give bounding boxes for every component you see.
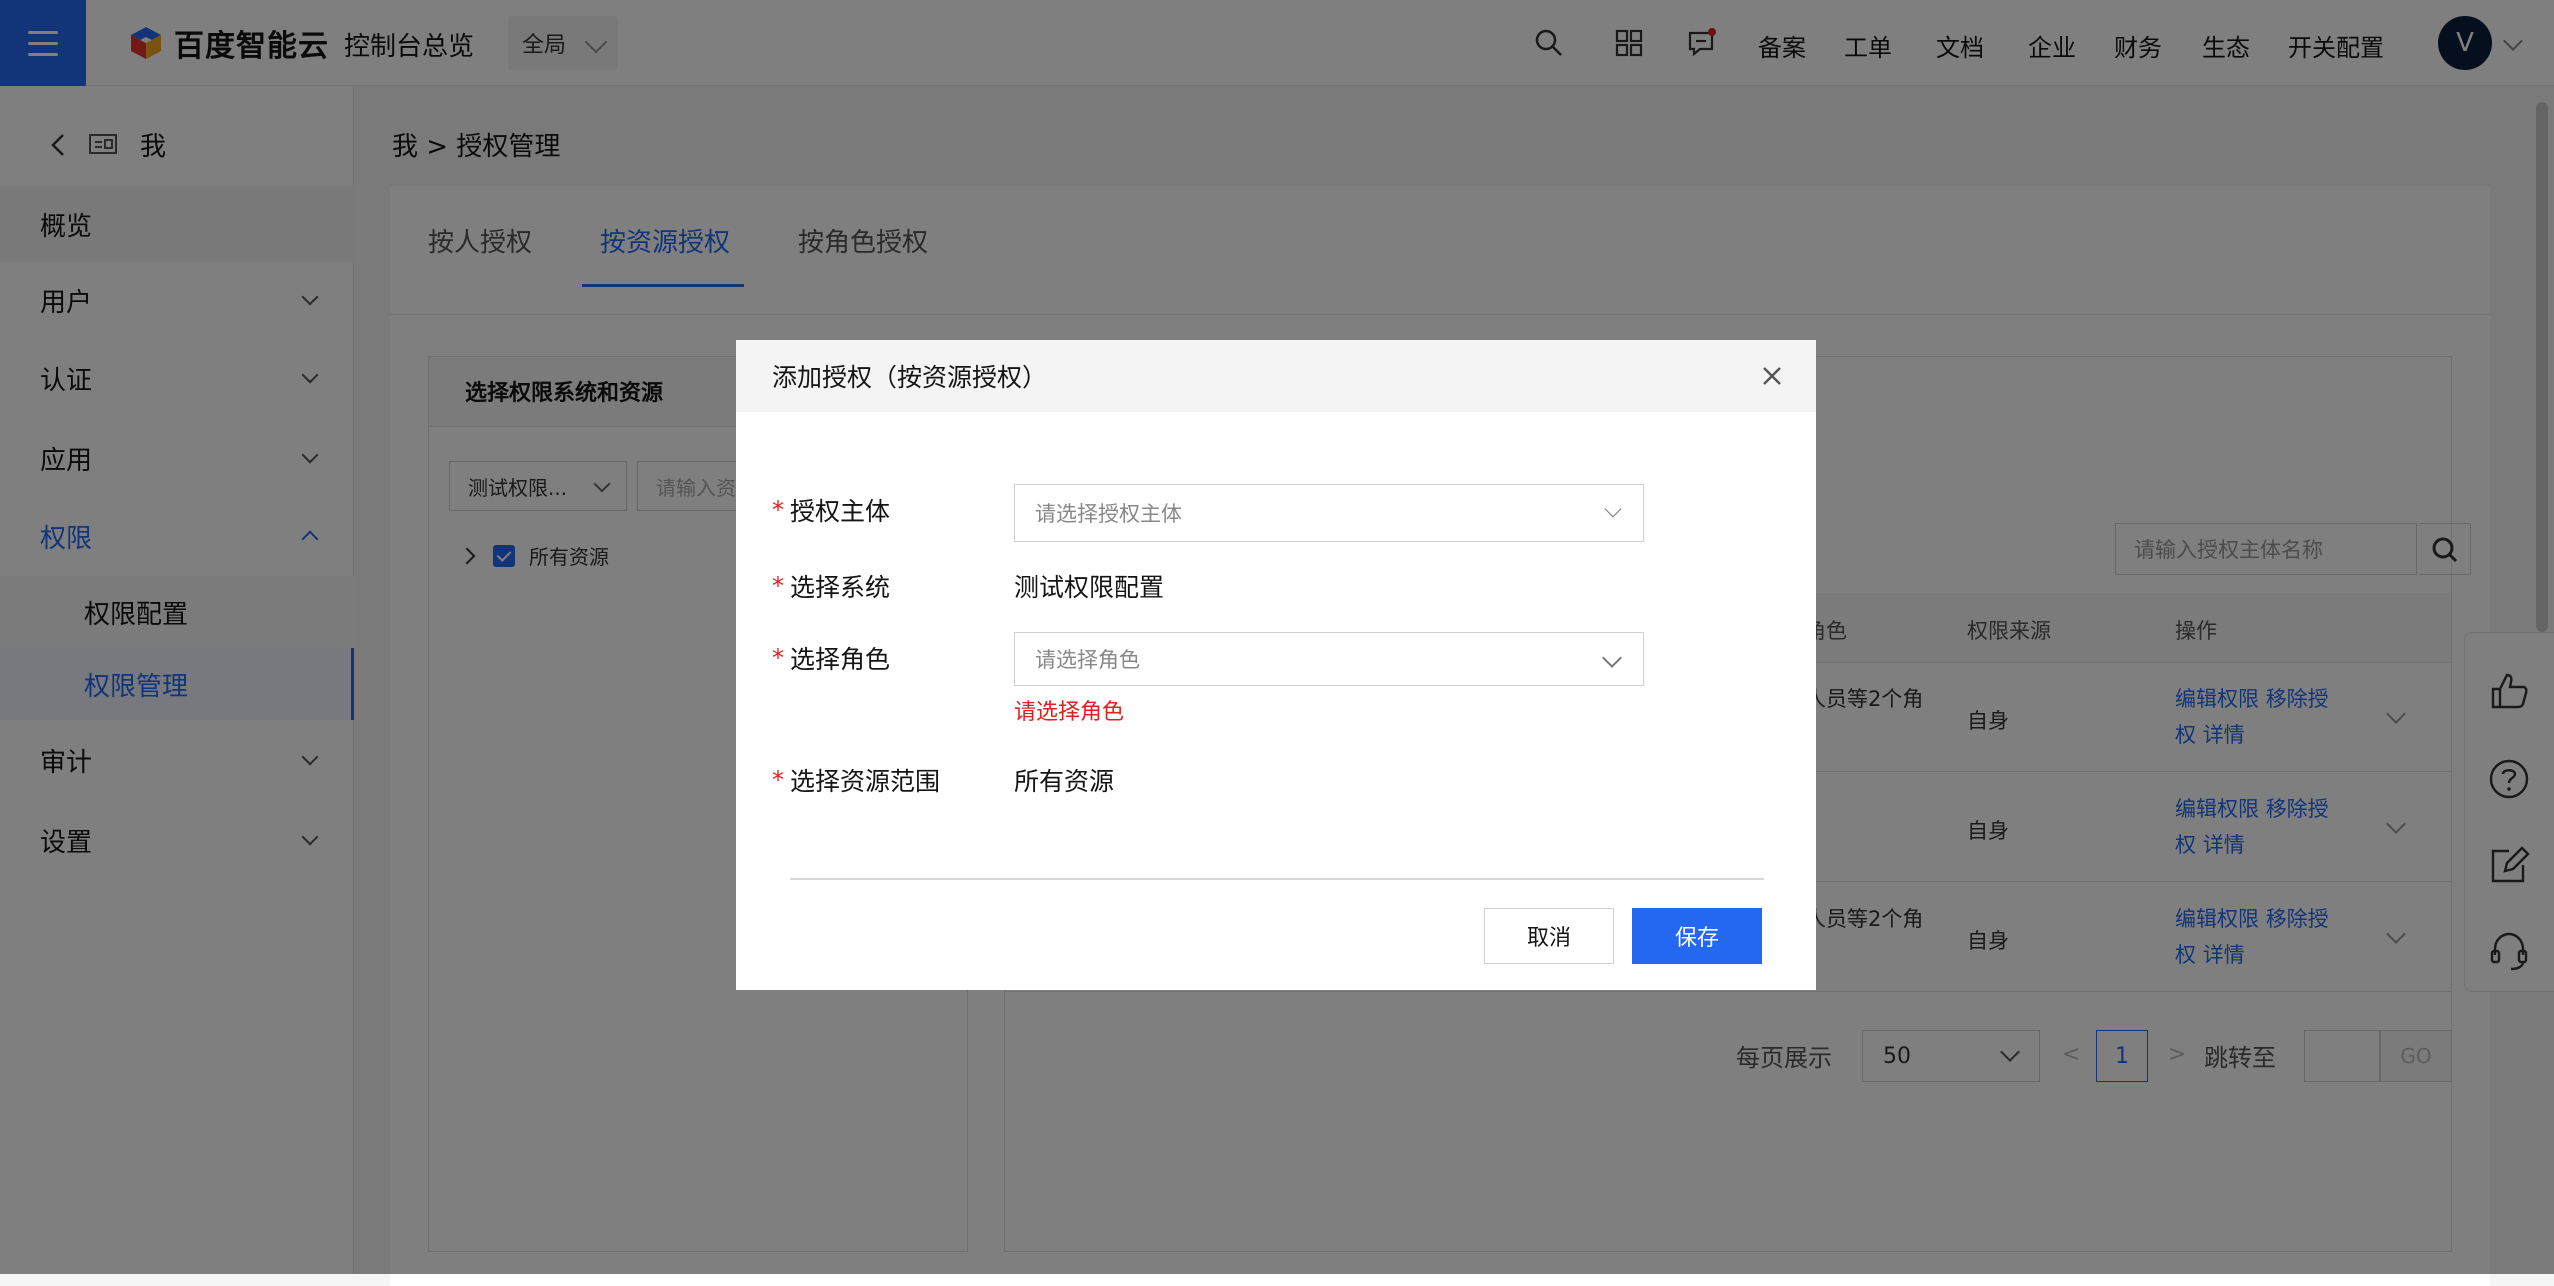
role-field-label: * 选择角色: [772, 640, 890, 676]
role-select[interactable]: 请选择角色: [1014, 632, 1644, 686]
subject-select-placeholder: 请选择授权主体: [1035, 502, 1182, 526]
required-mark: *: [772, 496, 784, 524]
dialog-divider: [790, 878, 1764, 880]
required-mark: *: [772, 766, 784, 794]
scope-label-text: 选择资源范围: [790, 767, 941, 796]
required-mark: *: [772, 644, 784, 672]
close-icon[interactable]: [1760, 364, 1784, 388]
chevron-down-icon: [1602, 648, 1622, 668]
add-authorization-dialog: 添加授权（按资源授权） * 授权主体 请选择授权主体 * 选择系统 测试权限配置…: [736, 340, 1816, 990]
subject-label-text: 授权主体: [790, 497, 891, 526]
system-field-label: * 选择系统: [772, 568, 890, 604]
save-button[interactable]: 保存: [1632, 908, 1762, 964]
role-label-text: 选择角色: [790, 645, 891, 674]
cancel-button[interactable]: 取消: [1484, 908, 1614, 964]
dialog-title: 添加授权（按资源授权）: [772, 363, 1048, 392]
role-select-placeholder: 请选择角色: [1035, 648, 1140, 672]
subject-field-label: * 授权主体: [772, 492, 890, 528]
scope-field-label: * 选择资源范围: [772, 762, 940, 798]
chevron-down-icon: [1604, 500, 1622, 518]
system-value: 测试权限配置: [1014, 573, 1165, 602]
system-label-text: 选择系统: [790, 573, 891, 602]
required-mark: *: [772, 572, 784, 600]
scope-value: 所有资源: [1014, 767, 1115, 796]
role-error-message: 请选择角色: [1014, 700, 1125, 725]
subject-select[interactable]: 请选择授权主体: [1014, 484, 1644, 542]
